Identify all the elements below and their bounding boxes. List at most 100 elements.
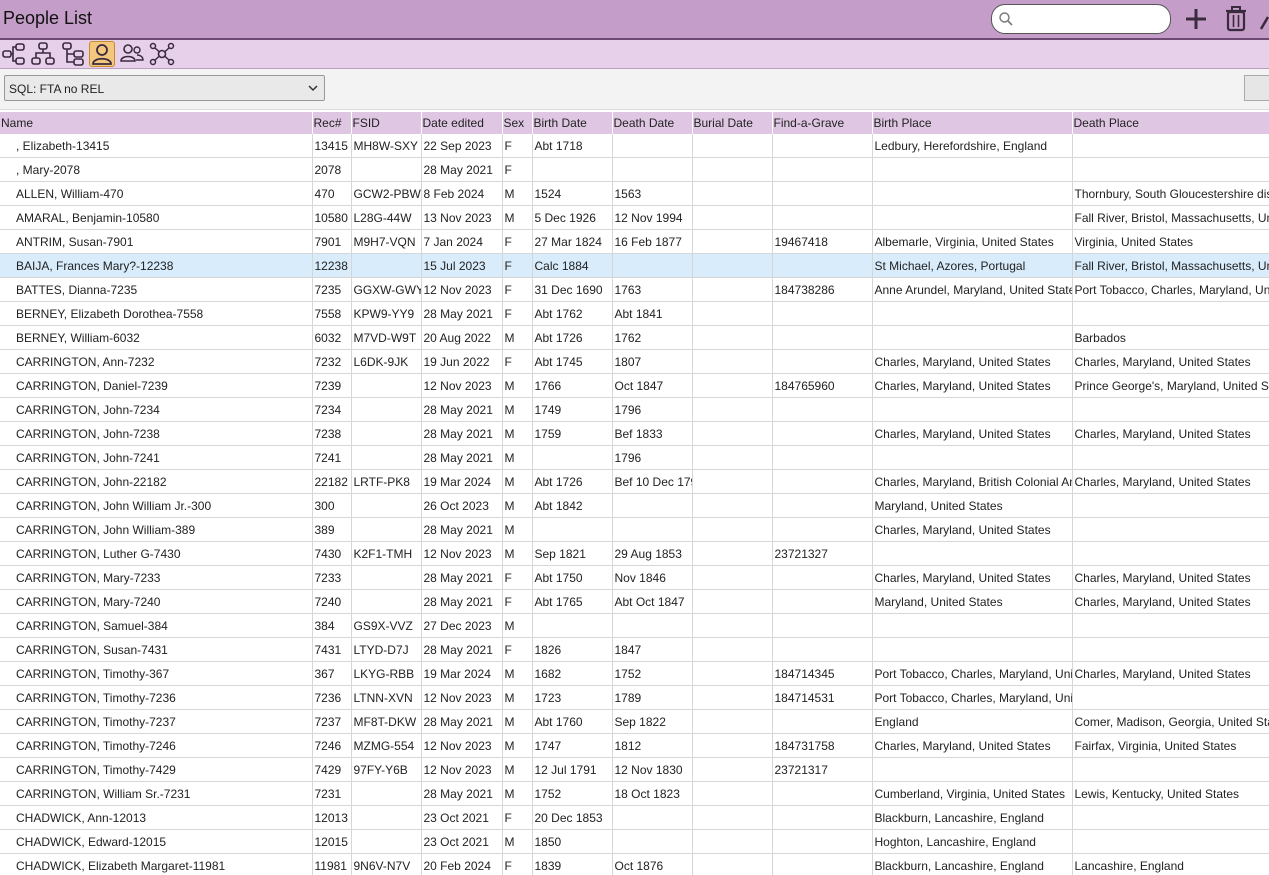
table-row[interactable]: ANTRIM, Susan-7901 7901 M9H7-VQN 7 Jan 2024…	[0, 229, 1269, 254]
table-cell: M	[502, 397, 533, 422]
table-cell	[772, 301, 873, 326]
table-cell: 22 Sep 2023	[421, 134, 503, 158]
table-cell	[692, 373, 773, 398]
table-row[interactable]: CARRINGTON, Susan-7431 7431 LTYD-D7J 28 May…	[0, 637, 1269, 662]
table-row[interactable]: CARRINGTON, Luther G-7430 7430 K2F1-TMH 12 …	[0, 541, 1269, 566]
table-cell: Port Tobacco, Charles, Maryland, Unit	[872, 685, 1073, 710]
people-view-button[interactable]	[119, 41, 145, 67]
table-row[interactable]: CHADWICK, Elizabeth Margaret-11981 11981 9…	[0, 853, 1269, 875]
window-title: People List	[3, 8, 93, 28]
table-row[interactable]: CHADWICK, Edward-12015 12015 23 Oct 2021 M 1…	[0, 829, 1269, 854]
table-cell: KPW9-YY9	[351, 301, 422, 326]
table-cell	[1072, 685, 1269, 710]
query-select[interactable]: SQL: FTA no REL	[4, 75, 325, 101]
table-cell	[612, 253, 693, 278]
more-icon[interactable]	[1259, 5, 1269, 33]
filter-bar: SQL: FTA no REL	[0, 69, 1269, 110]
table-cell	[692, 805, 773, 830]
person-view-button[interactable]	[89, 41, 115, 67]
table-row[interactable]: CARRINGTON, Timothy-7237 7237 MF8T-DKW 28 M…	[0, 709, 1269, 734]
table-cell: 7233	[312, 565, 352, 590]
table-row[interactable]: CARRINGTON, Timothy-7429 7429 97FY-Y6B 12 N…	[0, 757, 1269, 782]
table-cell	[1072, 445, 1269, 470]
table-cell	[532, 157, 613, 182]
table-row[interactable]: CARRINGTON, John-22182 22182 LRTF-PK8 19 Ma…	[0, 469, 1269, 494]
table-cell	[1072, 829, 1269, 854]
table-row[interactable]: , Elizabeth-13415 13415 MH8W-SXY 22 Sep 202…	[0, 134, 1269, 158]
table-cell: LTYD-D7J	[351, 637, 422, 662]
table-row[interactable]: CARRINGTON, Mary-7240 7240 28 May 2021 F Abt…	[0, 589, 1269, 614]
table-cell: 13 Nov 2023	[421, 205, 503, 230]
table-row[interactable]: CARRINGTON, Ann-7232 7232 L6DK-9JK 19 Jun 2…	[0, 349, 1269, 374]
table-row[interactable]: ALLEN, William-470 470 GCW2-PBW 8 Feb 2024 M…	[0, 181, 1269, 206]
table-row[interactable]: , Mary-2078 2078 28 May 2021 F	[0, 157, 1269, 182]
table-cell: 28 May 2021	[421, 709, 503, 734]
table-cell: 27 Mar 1824	[532, 229, 613, 254]
column-header[interactable]: Date edited	[421, 112, 503, 134]
table-row[interactable]: BAIJA, Frances Mary?-12238 12238 15 Jul 20…	[0, 253, 1269, 278]
table-row[interactable]: CARRINGTON, John William Jr.-300 300 26 Oc…	[0, 493, 1269, 518]
table-cell	[872, 541, 1073, 566]
table-cell: 1812	[612, 733, 693, 758]
table-cell: 29 Aug 1853	[612, 541, 693, 566]
table-cell: 1850	[532, 829, 613, 854]
table-row[interactable]: CHADWICK, Ann-12013 12013 23 Oct 2021 F 20 D…	[0, 805, 1269, 830]
ancestors-view-button[interactable]	[1, 41, 27, 67]
table-row[interactable]: BERNEY, William-6032 6032 M7VD-W9T 20 Aug 2…	[0, 325, 1269, 350]
column-header[interactable]: Sex	[502, 112, 533, 134]
table-cell: 26 Oct 2023	[421, 493, 503, 518]
table-row[interactable]: AMARAL, Benjamin-10580 10580 L28G-44W 13 No…	[0, 205, 1269, 230]
table-cell: 1723	[532, 685, 613, 710]
column-header[interactable]: Death Date	[612, 112, 693, 134]
table-row[interactable]: CARRINGTON, John-7241 7241 28 May 2021 M 179…	[0, 445, 1269, 470]
table-row[interactable]: CARRINGTON, Mary-7233 7233 28 May 2021 F Abt…	[0, 565, 1269, 590]
search-input[interactable]	[1018, 10, 1162, 28]
table-cell: CARRINGTON, John-7234	[0, 397, 313, 422]
table-row[interactable]: BATTES, Dianna-7235 7235 GGXW-GWY 12 Nov 20…	[0, 277, 1269, 302]
table-row[interactable]: CARRINGTON, Daniel-7239 7239 12 Nov 2023 M 1…	[0, 373, 1269, 398]
table-cell	[692, 733, 773, 758]
table-cell: Charles, Maryland, United States	[1072, 469, 1269, 494]
table-row[interactable]: CARRINGTON, Timothy-367 367 LKYG-RBB 19 Mar…	[0, 661, 1269, 686]
table-cell	[872, 757, 1073, 782]
table-cell: 1807	[612, 349, 693, 374]
table-cell: Abt 1750	[532, 565, 613, 590]
trash-icon[interactable]	[1224, 5, 1248, 33]
table-row[interactable]: BERNEY, Elizabeth Dorothea-7558 7558 KPW9-…	[0, 301, 1269, 326]
table-row[interactable]: CARRINGTON, John-7238 7238 28 May 2021 M 175…	[0, 421, 1269, 446]
network-view-button[interactable]	[149, 41, 175, 67]
column-header[interactable]: Name	[0, 112, 313, 134]
table-cell: 1759	[532, 421, 613, 446]
table-cell: LRTF-PK8	[351, 469, 422, 494]
table-row[interactable]: CARRINGTON, Timothy-7246 7246 MZMG-554 12 N…	[0, 733, 1269, 758]
filter-action-button[interactable]	[1244, 75, 1269, 101]
table-cell: L6DK-9JK	[351, 349, 422, 374]
table-cell: Sep 1822	[612, 709, 693, 734]
table-row[interactable]: CARRINGTON, Samuel-384 384 GS9X-VVZ 27 Dec …	[0, 613, 1269, 638]
table-cell	[612, 134, 693, 158]
family-view-button[interactable]	[60, 41, 86, 67]
column-header[interactable]: Birth Place	[872, 112, 1073, 134]
table-cell: CARRINGTON, John William Jr.-300	[0, 493, 313, 518]
table-cell	[1072, 805, 1269, 830]
table-cell: CARRINGTON, Timothy-367	[0, 661, 313, 686]
column-header[interactable]: Death Place	[1072, 112, 1269, 134]
table-cell: MH8W-SXY	[351, 134, 422, 158]
table-cell: 12 Nov 1830	[612, 757, 693, 782]
column-header[interactable]: FSID	[351, 112, 422, 134]
table-cell	[692, 157, 773, 182]
table-row[interactable]: CARRINGTON, John William-389 389 28 May 20…	[0, 517, 1269, 542]
people-grid[interactable]: Name Rec# FSID Date edited Sex Birth Date Deat…	[0, 112, 1269, 875]
column-header[interactable]: Rec#	[312, 112, 352, 134]
search-box[interactable]	[991, 4, 1171, 34]
descendants-view-button[interactable]	[30, 41, 56, 67]
column-header[interactable]: Burial Date	[692, 112, 773, 134]
column-header[interactable]: Find-a-Grave	[772, 112, 873, 134]
column-header[interactable]: Birth Date	[532, 112, 613, 134]
table-row[interactable]: CARRINGTON, William Sr.-7231 7231 28 May 2…	[0, 781, 1269, 806]
add-icon[interactable]	[1183, 5, 1209, 33]
table-cell: CHADWICK, Ann-12013	[0, 805, 313, 830]
table-cell: 5 Dec 1926	[532, 205, 613, 230]
table-row[interactable]: CARRINGTON, John-7234 7234 28 May 2021 M 174…	[0, 397, 1269, 422]
table-row[interactable]: CARRINGTON, Timothy-7236 7236 LTNN-XVN 12 N…	[0, 685, 1269, 710]
